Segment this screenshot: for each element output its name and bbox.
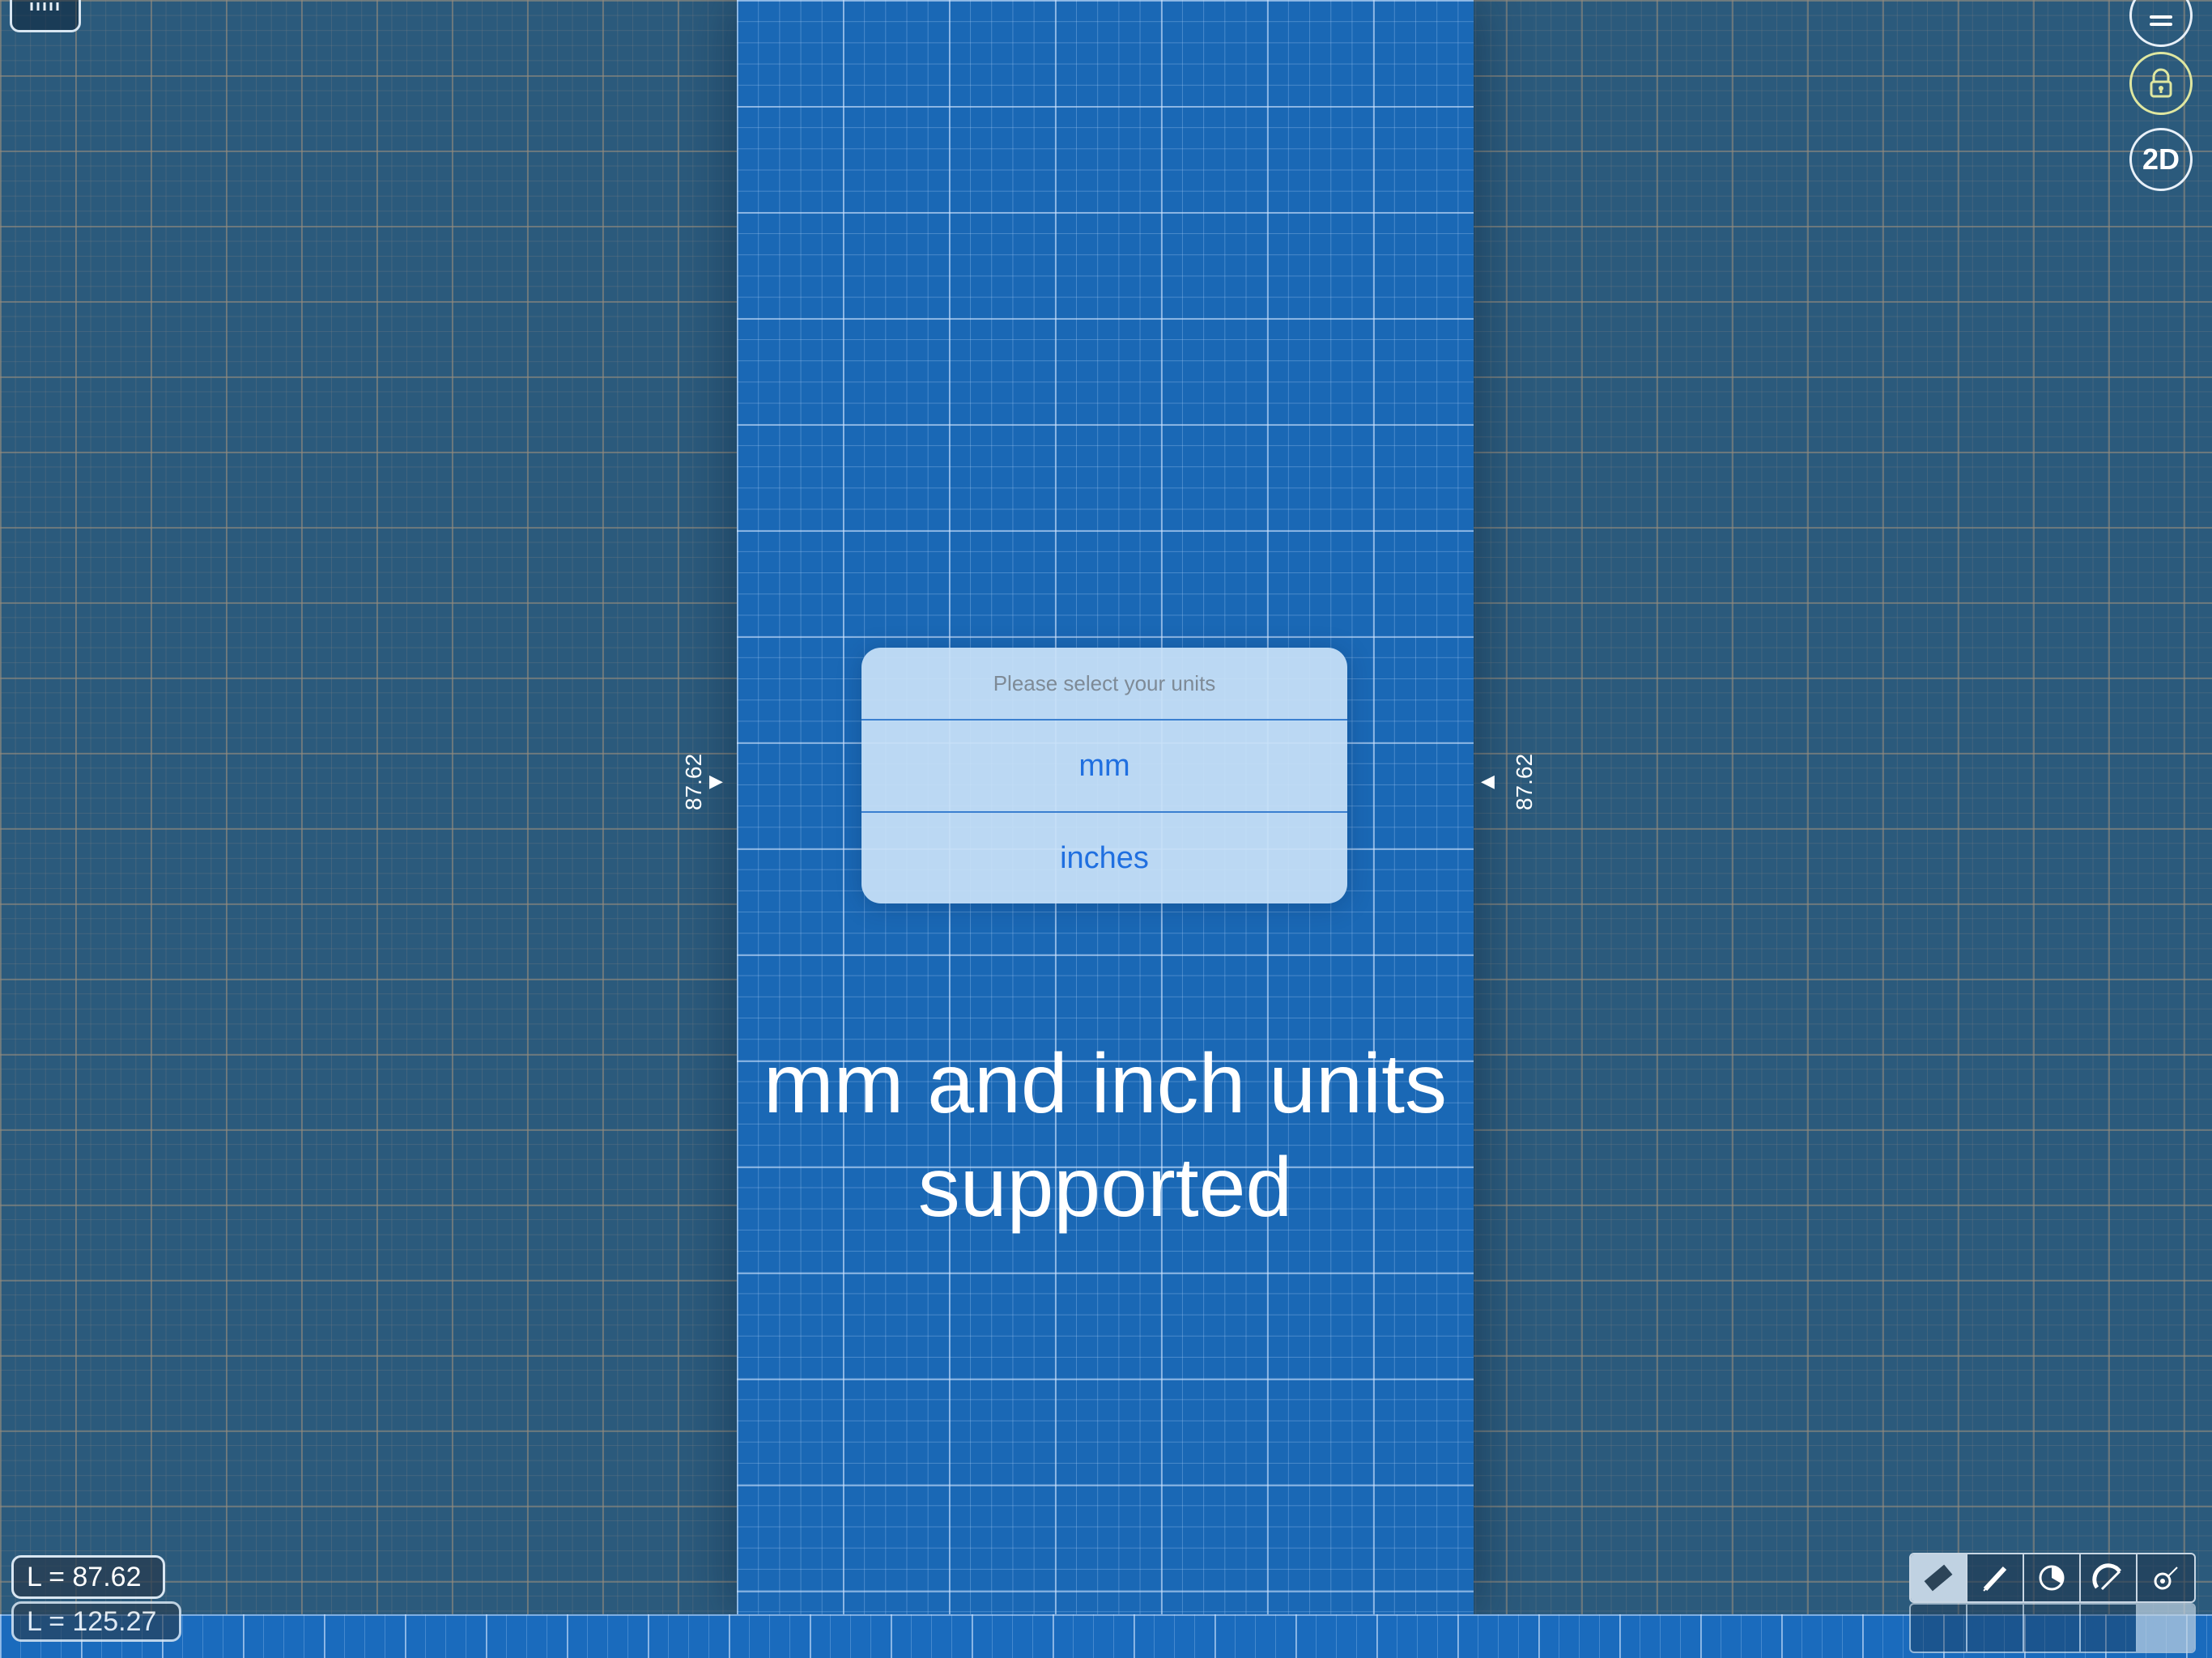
- dialog-title: Please select your units: [861, 648, 1347, 721]
- protractor-tool-button[interactable]: [2024, 1554, 2081, 1601]
- lock-icon: [2150, 68, 2172, 98]
- pencil-tool-button[interactable]: [1967, 1554, 2024, 1601]
- protractor-icon: [2039, 1565, 2065, 1591]
- secondary-toolbar: [1909, 1603, 2196, 1653]
- ghost-tool: [2138, 1605, 2194, 1652]
- lock-button[interactable]: [2129, 52, 2193, 115]
- menu-icon: [2150, 15, 2172, 26]
- option-mm[interactable]: mm: [861, 721, 1347, 811]
- ghost-tool: [2081, 1605, 2138, 1652]
- ghost-tool: [1967, 1605, 2024, 1652]
- tool-bar: [1909, 1553, 2196, 1603]
- left-arrow-icon: ◀: [1481, 771, 1495, 791]
- ghost-tool: [2024, 1605, 2081, 1652]
- right-edge-value: 87.62: [1512, 753, 1538, 811]
- angle-ruler-tool-button[interactable]: [2081, 1554, 2138, 1601]
- pencil-icon: [1983, 1566, 2007, 1592]
- tape-measure-icon: [2154, 1567, 2178, 1590]
- angle-ruler-icon: [2092, 1563, 2122, 1591]
- caption-line-1: mm and inch units: [764, 1037, 1447, 1131]
- ghost-tool: [1911, 1605, 1967, 1652]
- promo-caption: mm and inch units supported: [729, 1032, 1482, 1239]
- right-arrow-icon: ▶: [709, 771, 723, 791]
- length-readout: L = 87.62: [11, 1555, 165, 1599]
- left-edge-value: 87.62: [681, 753, 707, 811]
- mode-2d-button[interactable]: 2D: [2129, 128, 2193, 191]
- option-inches[interactable]: inches: [861, 811, 1347, 903]
- unit-selection-dialog: Please select your units mm inches: [861, 648, 1347, 903]
- ruler-tool-button[interactable]: [1911, 1554, 1967, 1601]
- ruler-icon: [1924, 1564, 1953, 1592]
- ruler-toggle-button[interactable]: [10, 0, 81, 32]
- ruler-icon: [30, 2, 59, 11]
- secondary-strip: [0, 1614, 2212, 1658]
- tape-measure-tool-button[interactable]: [2138, 1554, 2194, 1601]
- left-edge-marker[interactable]: 87.62 ▶: [672, 754, 745, 810]
- caption-line-2: supported: [917, 1141, 1293, 1235]
- right-edge-marker[interactable]: ◀ 87.62: [1474, 754, 1555, 810]
- secondary-length-readout: L = 125.27: [11, 1601, 181, 1642]
